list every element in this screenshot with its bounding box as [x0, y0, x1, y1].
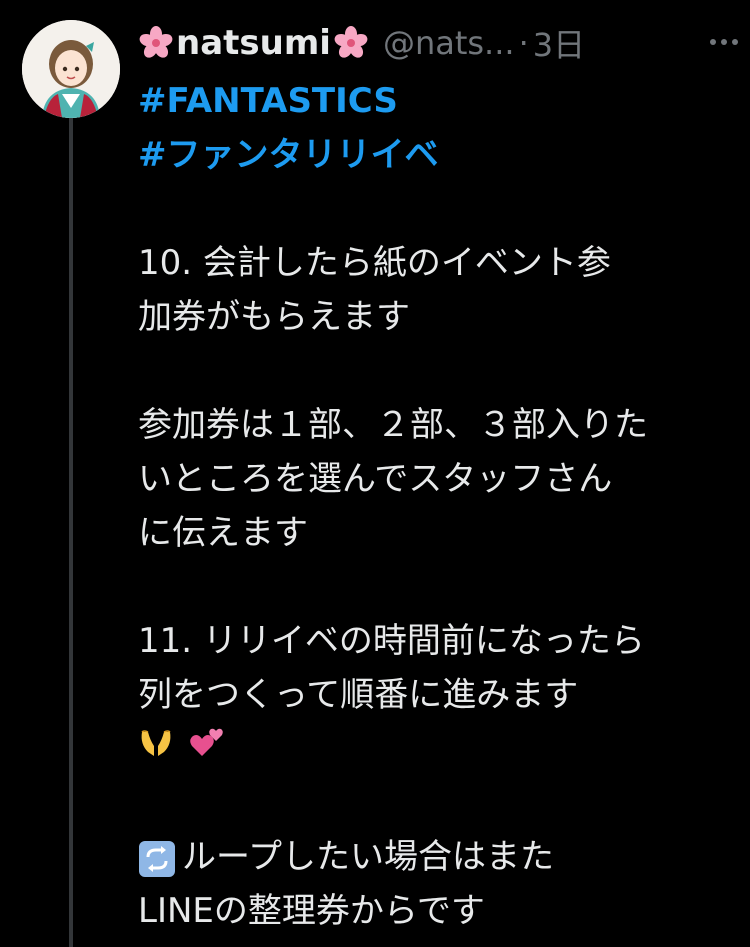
user-handle[interactable]: @nats...: [383, 24, 515, 62]
tweet-text-line: 11. リリイベの時間前になったら: [138, 621, 645, 661]
tweet-text-segment: ループしたい場合はまた: [182, 837, 554, 877]
tweet-text-line: 加券がもらえます: [138, 297, 410, 337]
two-hearts-emoji: [188, 722, 224, 776]
tweet-text-line: 参加券は１部、２部、３部入りた: [138, 405, 648, 445]
heart-hands-emoji: [138, 722, 174, 776]
emoji-line: [138, 722, 738, 776]
display-name[interactable]: natsumi: [176, 23, 331, 63]
tweet-text-line: 10. 会計したら紙のイベント参: [138, 243, 611, 283]
dot: [710, 39, 716, 45]
repeat-arrows-emoji: [138, 840, 176, 878]
cherry-blossom-icon: [333, 25, 369, 61]
hashtag-link[interactable]: #FANTASTICS: [138, 74, 738, 128]
tweet-text-line: LINEの整理券からです: [138, 891, 485, 931]
tweet-text-line: いところを選んでスタッフさん: [138, 459, 613, 499]
tweet-body: #FANTASTICS #ファンタリリイベ 10. 会計したら紙のイベント参 加…: [138, 74, 738, 938]
thread-line: [69, 118, 73, 947]
cherry-blossom-icon: [138, 25, 174, 61]
hashtag-link[interactable]: #ファンタリリイベ: [138, 128, 738, 182]
tweet-text-line: 列をつくって順番に進みます: [138, 675, 579, 715]
avatar-illustration: [22, 20, 120, 118]
avatar[interactable]: [22, 20, 120, 118]
dot: [732, 39, 738, 45]
dot: [721, 39, 727, 45]
tweet-header: natsumi @nats... · 3日: [138, 18, 738, 68]
tweet-text-line: ループしたい場合はまた: [138, 830, 738, 884]
separator-dot: ·: [518, 24, 529, 62]
timestamp[interactable]: 3日: [533, 20, 585, 66]
tweet-text-line: に伝えます: [138, 513, 308, 553]
more-options-icon[interactable]: [710, 39, 738, 45]
